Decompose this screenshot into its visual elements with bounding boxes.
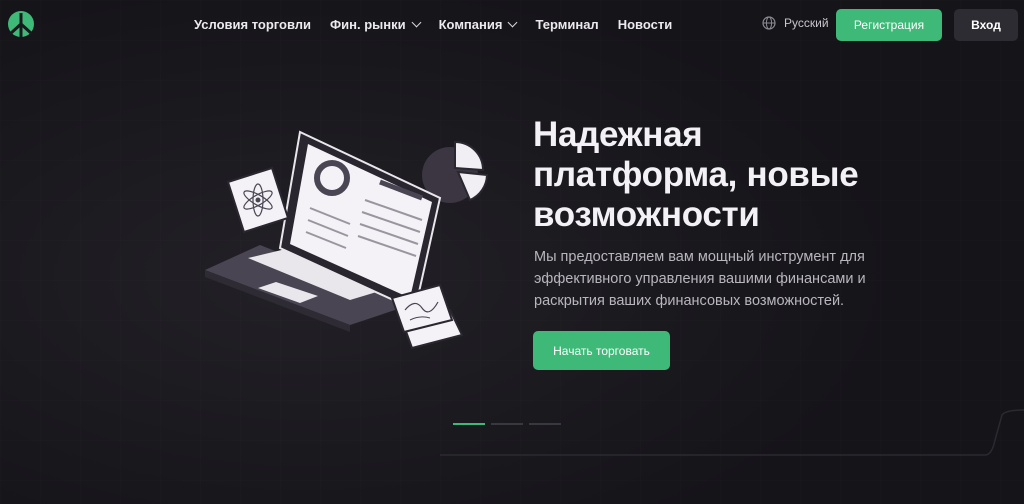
- login-button[interactable]: Вход: [954, 9, 1018, 41]
- slider-dot[interactable]: [453, 423, 485, 425]
- nav-label: Терминал: [535, 17, 599, 32]
- chevron-down-icon: [411, 17, 422, 28]
- chevron-down-icon: [508, 17, 518, 28]
- main-nav: Условия торговли Фин. рынки Компания Тер…: [194, 17, 672, 32]
- start-trading-button[interactable]: Начать торговать: [533, 331, 670, 370]
- nav-label: Условия торговли: [194, 17, 312, 32]
- top-navbar: Условия торговли Фин. рынки Компания Тер…: [0, 0, 1024, 50]
- documents-graphic: [390, 283, 464, 350]
- atom-card-graphic: [226, 166, 290, 234]
- nav-label: Фин. рынки: [330, 17, 406, 32]
- logo-icon[interactable]: [6, 10, 36, 38]
- language-selector[interactable]: Русский: [762, 16, 829, 30]
- slider-dot[interactable]: [529, 423, 561, 425]
- nav-company[interactable]: Компания: [438, 17, 518, 32]
- nav-label: Новости: [617, 17, 673, 32]
- hero-subtitle: Мы предоставляем вам мощный инструмент д…: [534, 249, 866, 309]
- language-label: Русский: [784, 16, 829, 30]
- slider-pagination: [453, 423, 561, 425]
- nav-trading-conditions[interactable]: Условия торговли: [194, 17, 311, 32]
- hero-title: Надежная платформа, новые возможности: [533, 115, 859, 234]
- register-button[interactable]: Регистрация: [836, 9, 942, 41]
- slider-dot[interactable]: [491, 423, 523, 425]
- globe-icon: [762, 16, 776, 30]
- nav-terminal[interactable]: Терминал: [535, 17, 598, 32]
- nav-news[interactable]: Новости: [618, 17, 673, 32]
- nav-label: Компания: [438, 17, 503, 32]
- nav-markets[interactable]: Фин. рынки: [330, 17, 422, 32]
- hero-illustration: [205, 130, 489, 350]
